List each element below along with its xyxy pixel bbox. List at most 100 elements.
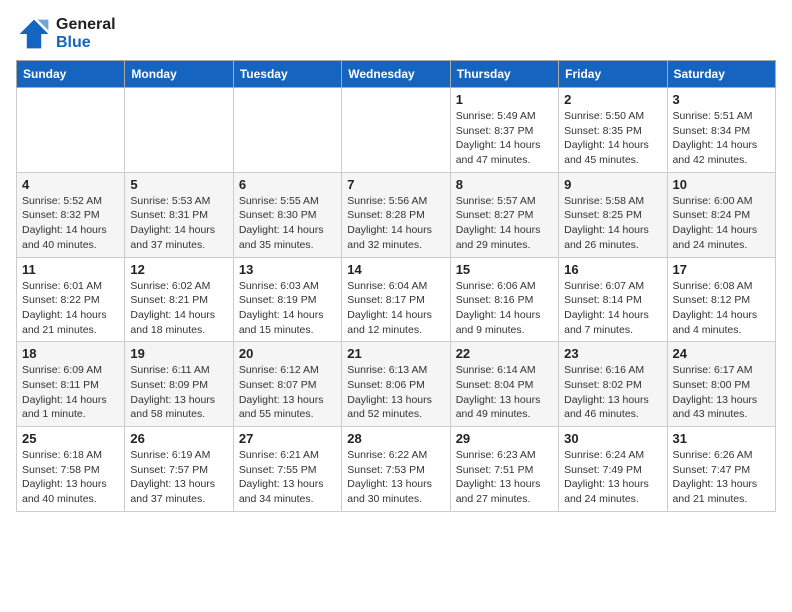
calendar-cell: 12Sunrise: 6:02 AMSunset: 8:21 PMDayligh… [125, 257, 233, 342]
calendar-cell: 6 Sunrise: 5:55 AMSunset: 8:30 PMDaylight… [233, 172, 341, 257]
calendar-cell: 24Sunrise: 6:17 AMSunset: 8:00 PMDayligh… [667, 342, 775, 427]
calendar-cell: 31Sunrise: 6:26 AMSunset: 7:47 PMDayligh… [667, 427, 775, 512]
calendar-cell: 3 Sunrise: 5:51 AMSunset: 8:34 PMDaylight… [667, 88, 775, 173]
calendar-cell: 5 Sunrise: 5:53 AMSunset: 8:31 PMDaylight… [125, 172, 233, 257]
calendar-cell: 2 Sunrise: 5:50 AMSunset: 8:35 PMDaylight… [559, 88, 667, 173]
day-info: Sunrise: 6:02 AMSunset: 8:21 PMDaylight:… [130, 279, 227, 338]
calendar-cell: 20Sunrise: 6:12 AMSunset: 8:07 PMDayligh… [233, 342, 341, 427]
day-info: Sunrise: 5:52 AMSunset: 8:32 PMDaylight:… [22, 194, 119, 253]
calendar-cell: 30Sunrise: 6:24 AMSunset: 7:49 PMDayligh… [559, 427, 667, 512]
day-info: Sunrise: 6:13 AMSunset: 8:06 PMDaylight:… [347, 363, 444, 422]
day-number: 6 [239, 177, 336, 192]
day-info: Sunrise: 6:16 AMSunset: 8:02 PMDaylight:… [564, 363, 661, 422]
day-number: 26 [130, 431, 227, 446]
calendar-cell: 17 Sunrise: 6:08 AMSunset: 8:12 PMDayligh… [667, 257, 775, 342]
day-number: 18 [22, 346, 119, 361]
day-number: 30 [564, 431, 661, 446]
calendar-cell: 25Sunrise: 6:18 AMSunset: 7:58 PMDayligh… [17, 427, 125, 512]
calendar-cell: 8 Sunrise: 5:57 AMSunset: 8:27 PMDaylight… [450, 172, 558, 257]
day-number: 25 [22, 431, 119, 446]
logo-text-blue: Blue [56, 34, 116, 52]
day-number: 2 [564, 92, 661, 107]
calendar-cell: 9 Sunrise: 5:58 AMSunset: 8:25 PMDaylight… [559, 172, 667, 257]
calendar-cell: 26 Sunrise: 6:19 AMSunset: 7:57 PMDayligh… [125, 427, 233, 512]
day-info: Sunrise: 6:01 AMSunset: 8:22 PMDaylight:… [22, 279, 119, 338]
logo: General Blue [16, 16, 116, 52]
day-number: 7 [347, 177, 444, 192]
weekday-header-friday: Friday [559, 61, 667, 88]
calendar-week-4: 18 Sunrise: 6:09 AMSunset: 8:11 PMDayligh… [17, 342, 776, 427]
calendar-cell: 11 Sunrise: 6:01 AMSunset: 8:22 PMDayligh… [17, 257, 125, 342]
day-info: Sunrise: 6:04 AMSunset: 8:17 PMDaylight:… [347, 279, 444, 338]
day-number: 13 [239, 262, 336, 277]
day-number: 17 [673, 262, 770, 277]
day-number: 31 [673, 431, 770, 446]
day-number: 28 [347, 431, 444, 446]
calendar-cell: 23 Sunrise: 6:16 AMSunset: 8:02 PMDayligh… [559, 342, 667, 427]
logo-text-general: General [56, 16, 116, 34]
day-info: Sunrise: 5:57 AMSunset: 8:27 PMDaylight:… [456, 194, 553, 253]
calendar-cell: 13Sunrise: 6:03 AMSunset: 8:19 PMDayligh… [233, 257, 341, 342]
day-info: Sunrise: 6:07 AMSunset: 8:14 PMDaylight:… [564, 279, 661, 338]
weekday-header-sunday: Sunday [17, 61, 125, 88]
calendar-cell [342, 88, 450, 173]
calendar-week-1: 1 Sunrise: 5:49 AMSunset: 8:37 PMDaylight… [17, 88, 776, 173]
calendar-cell: 4 Sunrise: 5:52 AMSunset: 8:32 PMDaylight… [17, 172, 125, 257]
day-number: 22 [456, 346, 553, 361]
day-info: Sunrise: 5:53 AMSunset: 8:31 PMDaylight:… [130, 194, 227, 253]
day-info: Sunrise: 6:12 AMSunset: 8:07 PMDaylight:… [239, 363, 336, 422]
weekday-header-wednesday: Wednesday [342, 61, 450, 88]
calendar-cell: 10 Sunrise: 6:00 AMSunset: 8:24 PMDayligh… [667, 172, 775, 257]
day-number: 1 [456, 92, 553, 107]
calendar-cell [17, 88, 125, 173]
calendar-cell: 27 Sunrise: 6:21 AMSunset: 7:55 PMDayligh… [233, 427, 341, 512]
calendar-cell: 18 Sunrise: 6:09 AMSunset: 8:11 PMDayligh… [17, 342, 125, 427]
day-info: Sunrise: 5:56 AMSunset: 8:28 PMDaylight:… [347, 194, 444, 253]
day-number: 11 [22, 262, 119, 277]
weekday-header-tuesday: Tuesday [233, 61, 341, 88]
day-number: 9 [564, 177, 661, 192]
day-number: 15 [456, 262, 553, 277]
logo-icon [16, 16, 52, 52]
day-number: 14 [347, 262, 444, 277]
calendar-week-2: 4 Sunrise: 5:52 AMSunset: 8:32 PMDaylight… [17, 172, 776, 257]
day-info: Sunrise: 5:49 AMSunset: 8:37 PMDaylight:… [456, 109, 553, 168]
calendar-cell [233, 88, 341, 173]
day-info: Sunrise: 5:50 AMSunset: 8:35 PMDaylight:… [564, 109, 661, 168]
day-number: 5 [130, 177, 227, 192]
weekday-header-thursday: Thursday [450, 61, 558, 88]
day-info: Sunrise: 6:09 AMSunset: 8:11 PMDaylight:… [22, 363, 119, 422]
day-number: 8 [456, 177, 553, 192]
day-number: 3 [673, 92, 770, 107]
day-info: Sunrise: 5:58 AMSunset: 8:25 PMDaylight:… [564, 194, 661, 253]
day-number: 10 [673, 177, 770, 192]
day-info: Sunrise: 6:21 AMSunset: 7:55 PMDaylight:… [239, 448, 336, 507]
day-info: Sunrise: 6:08 AMSunset: 8:12 PMDaylight:… [673, 279, 770, 338]
calendar-cell: 14 Sunrise: 6:04 AMSunset: 8:17 PMDayligh… [342, 257, 450, 342]
day-info: Sunrise: 6:11 AMSunset: 8:09 PMDaylight:… [130, 363, 227, 422]
calendar-week-3: 11 Sunrise: 6:01 AMSunset: 8:22 PMDayligh… [17, 257, 776, 342]
day-number: 21 [347, 346, 444, 361]
calendar-table: SundayMondayTuesdayWednesdayThursdayFrid… [16, 60, 776, 512]
day-info: Sunrise: 5:55 AMSunset: 8:30 PMDaylight:… [239, 194, 336, 253]
day-info: Sunrise: 6:00 AMSunset: 8:24 PMDaylight:… [673, 194, 770, 253]
calendar-cell: 28 Sunrise: 6:22 AMSunset: 7:53 PMDayligh… [342, 427, 450, 512]
day-number: 29 [456, 431, 553, 446]
day-info: Sunrise: 6:14 AMSunset: 8:04 PMDaylight:… [456, 363, 553, 422]
day-info: Sunrise: 6:22 AMSunset: 7:53 PMDaylight:… [347, 448, 444, 507]
day-number: 4 [22, 177, 119, 192]
calendar-cell: 21 Sunrise: 6:13 AMSunset: 8:06 PMDayligh… [342, 342, 450, 427]
page-header: General Blue [16, 16, 776, 52]
day-info: Sunrise: 6:23 AMSunset: 7:51 PMDaylight:… [456, 448, 553, 507]
day-number: 24 [673, 346, 770, 361]
day-info: Sunrise: 6:19 AMSunset: 7:57 PMDaylight:… [130, 448, 227, 507]
day-number: 19 [130, 346, 227, 361]
weekday-header-monday: Monday [125, 61, 233, 88]
day-number: 27 [239, 431, 336, 446]
calendar-cell: 7 Sunrise: 5:56 AMSunset: 8:28 PMDaylight… [342, 172, 450, 257]
calendar-cell: 22 Sunrise: 6:14 AMSunset: 8:04 PMDayligh… [450, 342, 558, 427]
day-info: Sunrise: 5:51 AMSunset: 8:34 PMDaylight:… [673, 109, 770, 168]
day-number: 23 [564, 346, 661, 361]
weekday-header-row: SundayMondayTuesdayWednesdayThursdayFrid… [17, 61, 776, 88]
calendar-cell: 29 Sunrise: 6:23 AMSunset: 7:51 PMDayligh… [450, 427, 558, 512]
